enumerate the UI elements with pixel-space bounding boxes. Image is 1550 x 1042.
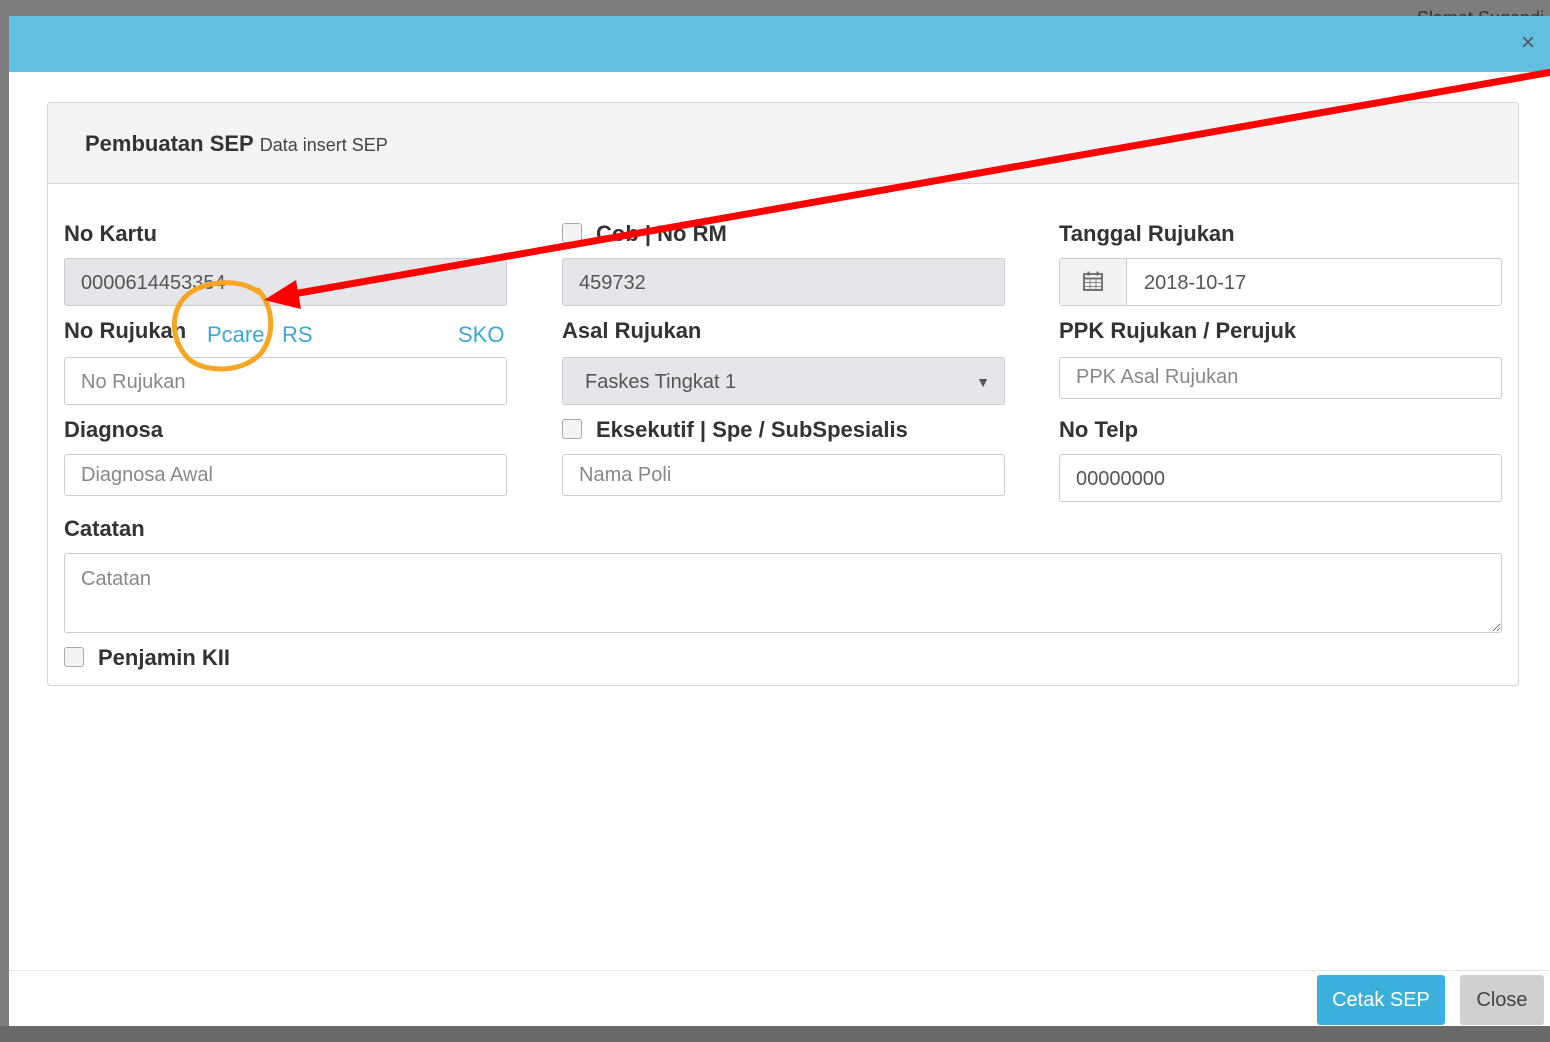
no-telp-value: 00000000 (1076, 468, 1165, 490)
rs-link[interactable]: RS (282, 322, 313, 348)
panel-heading: Pembuatan SEP Data insert SEP (48, 103, 1518, 184)
close-button[interactable]: Close (1460, 975, 1544, 1025)
penjamin-checkbox[interactable] (64, 647, 84, 667)
no-kartu-value: 0000614453354 (81, 272, 226, 294)
close-icon[interactable]: × (1514, 29, 1542, 57)
tanggal-rujukan-label: Tanggal Rujukan (1059, 221, 1235, 246)
asal-rujukan-label: Asal Rujukan (562, 318, 702, 343)
penjamin-label: Penjamin KII (64, 645, 230, 671)
no-telp-label: No Telp (1059, 417, 1139, 442)
no-telp-input[interactable]: 00000000 (1059, 454, 1502, 502)
no-rm-input[interactable]: 459732 (562, 258, 1005, 306)
caret-down-icon: ▼ (976, 374, 990, 390)
no-kartu-label: No Kartu (64, 221, 157, 246)
background-table-strip (0, 1026, 1550, 1042)
modal-header: × (9, 16, 1550, 72)
eksekutif-label: Eksekutif | Spe / SubSpesialis (562, 417, 908, 443)
diagnosa-placeholder: Diagnosa Awal (81, 464, 213, 486)
ppk-rujukan-placeholder: PPK Asal Rujukan (1076, 366, 1239, 388)
panel-title: Pembuatan SEP Data insert SEP (85, 131, 388, 157)
tanggal-rujukan-input[interactable]: 2018-10-17 (1059, 258, 1502, 306)
diagnosa-input[interactable]: Diagnosa Awal (64, 454, 507, 496)
asal-rujukan-select[interactable]: Faskes Tingkat 1 ▼ (562, 357, 1005, 405)
nama-poli-input[interactable]: Nama Poli (562, 454, 1005, 496)
no-rujukan-input[interactable]: No Rujukan (64, 357, 507, 405)
sep-modal: × Pembuatan SEP Data insert SEP No Kartu … (9, 16, 1550, 1027)
tanggal-rujukan-value: 2018-10-17 (1144, 272, 1247, 294)
no-rm-value: 459732 (579, 272, 646, 294)
no-kartu-input[interactable]: 0000614453354 (64, 258, 507, 306)
panel-subtitle: Data insert SEP (259, 135, 388, 155)
penjamin-label-text: Penjamin KII (98, 645, 231, 670)
cetak-sep-button[interactable]: Cetak SEP (1317, 975, 1445, 1025)
catatan-label: Catatan (64, 516, 145, 541)
eksekutif-checkbox[interactable] (562, 419, 582, 439)
cob-label: Cob | No RM (562, 221, 727, 247)
no-rujukan-label: No Rujukan (64, 318, 187, 343)
nama-poli-placeholder: Nama Poli (579, 464, 672, 486)
user-name: Slamet Sugandi (1417, 4, 1544, 16)
ppk-rujukan-label: PPK Rujukan / Perujuk (1059, 318, 1297, 343)
cob-checkbox[interactable] (562, 223, 582, 243)
cob-label-text: Cob | No RM (596, 221, 727, 246)
modal-footer: Cetak SEP Close (9, 970, 1550, 1027)
pcare-link[interactable]: Pcare (207, 322, 264, 348)
catatan-textarea[interactable] (64, 553, 1502, 633)
eksekutif-label-text: Eksekutif | Spe / SubSpesialis (596, 417, 908, 442)
sep-panel: Pembuatan SEP Data insert SEP No Kartu 00… (47, 102, 1519, 686)
sko-link[interactable]: SKO (458, 322, 504, 348)
no-rujukan-placeholder: No Rujukan (81, 371, 186, 393)
asal-rujukan-value: Faskes Tingkat 1 (585, 371, 737, 393)
ppk-rujukan-input[interactable]: PPK Asal Rujukan (1059, 357, 1502, 399)
diagnosa-label: Diagnosa (64, 417, 164, 442)
calendar-icon[interactable] (1060, 259, 1127, 305)
panel-title-text: Pembuatan SEP (85, 131, 254, 156)
